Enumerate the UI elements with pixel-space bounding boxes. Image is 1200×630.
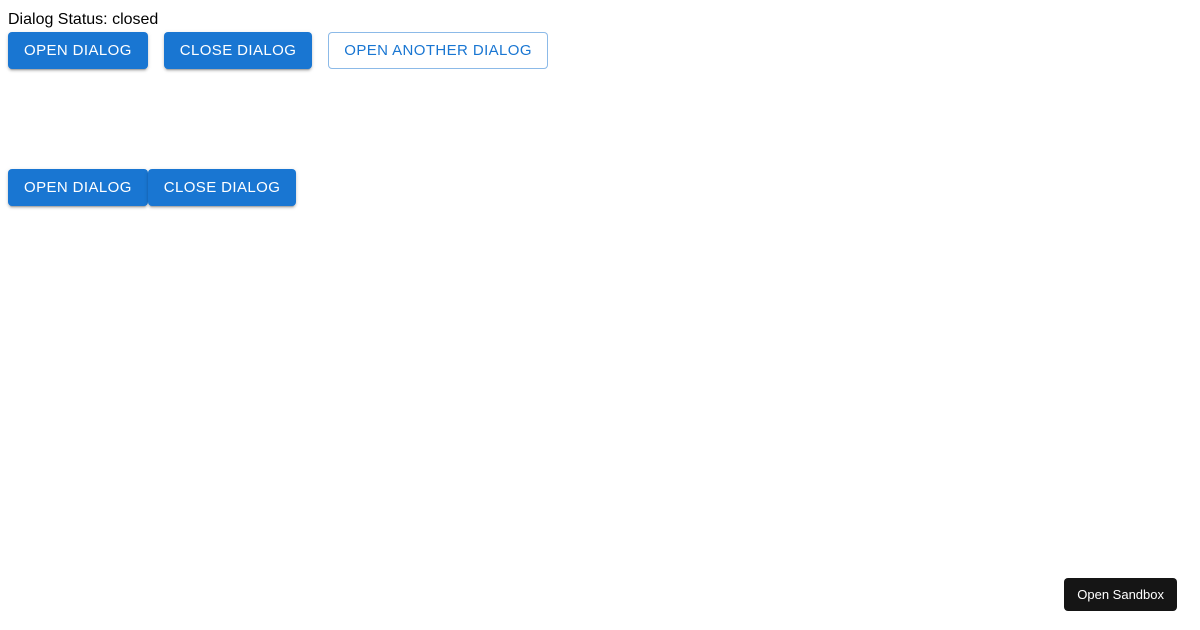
page: Dialog Status: closed Open Dialog Close … [0,0,1200,630]
open-dialog-button-secondary[interactable]: Open Dialog [8,169,148,206]
dialog-status-value: closed [112,11,159,28]
dialog-controls-secondary: Open Dialog Close Dialog [8,169,297,206]
dialog-controls-primary: Open Dialog Close Dialog Open Another Di… [8,32,548,69]
dialog-status-label: Dialog Status: [8,11,108,28]
close-dialog-button-secondary[interactable]: Close Dialog [147,169,297,206]
dialog-status: Dialog Status: closed [8,10,158,29]
open-another-dialog-button[interactable]: Open Another Dialog [328,32,548,69]
open-dialog-button[interactable]: Open Dialog [8,32,148,69]
open-sandbox-button[interactable]: Open Sandbox [1064,578,1177,611]
close-dialog-button[interactable]: Close Dialog [163,32,313,69]
